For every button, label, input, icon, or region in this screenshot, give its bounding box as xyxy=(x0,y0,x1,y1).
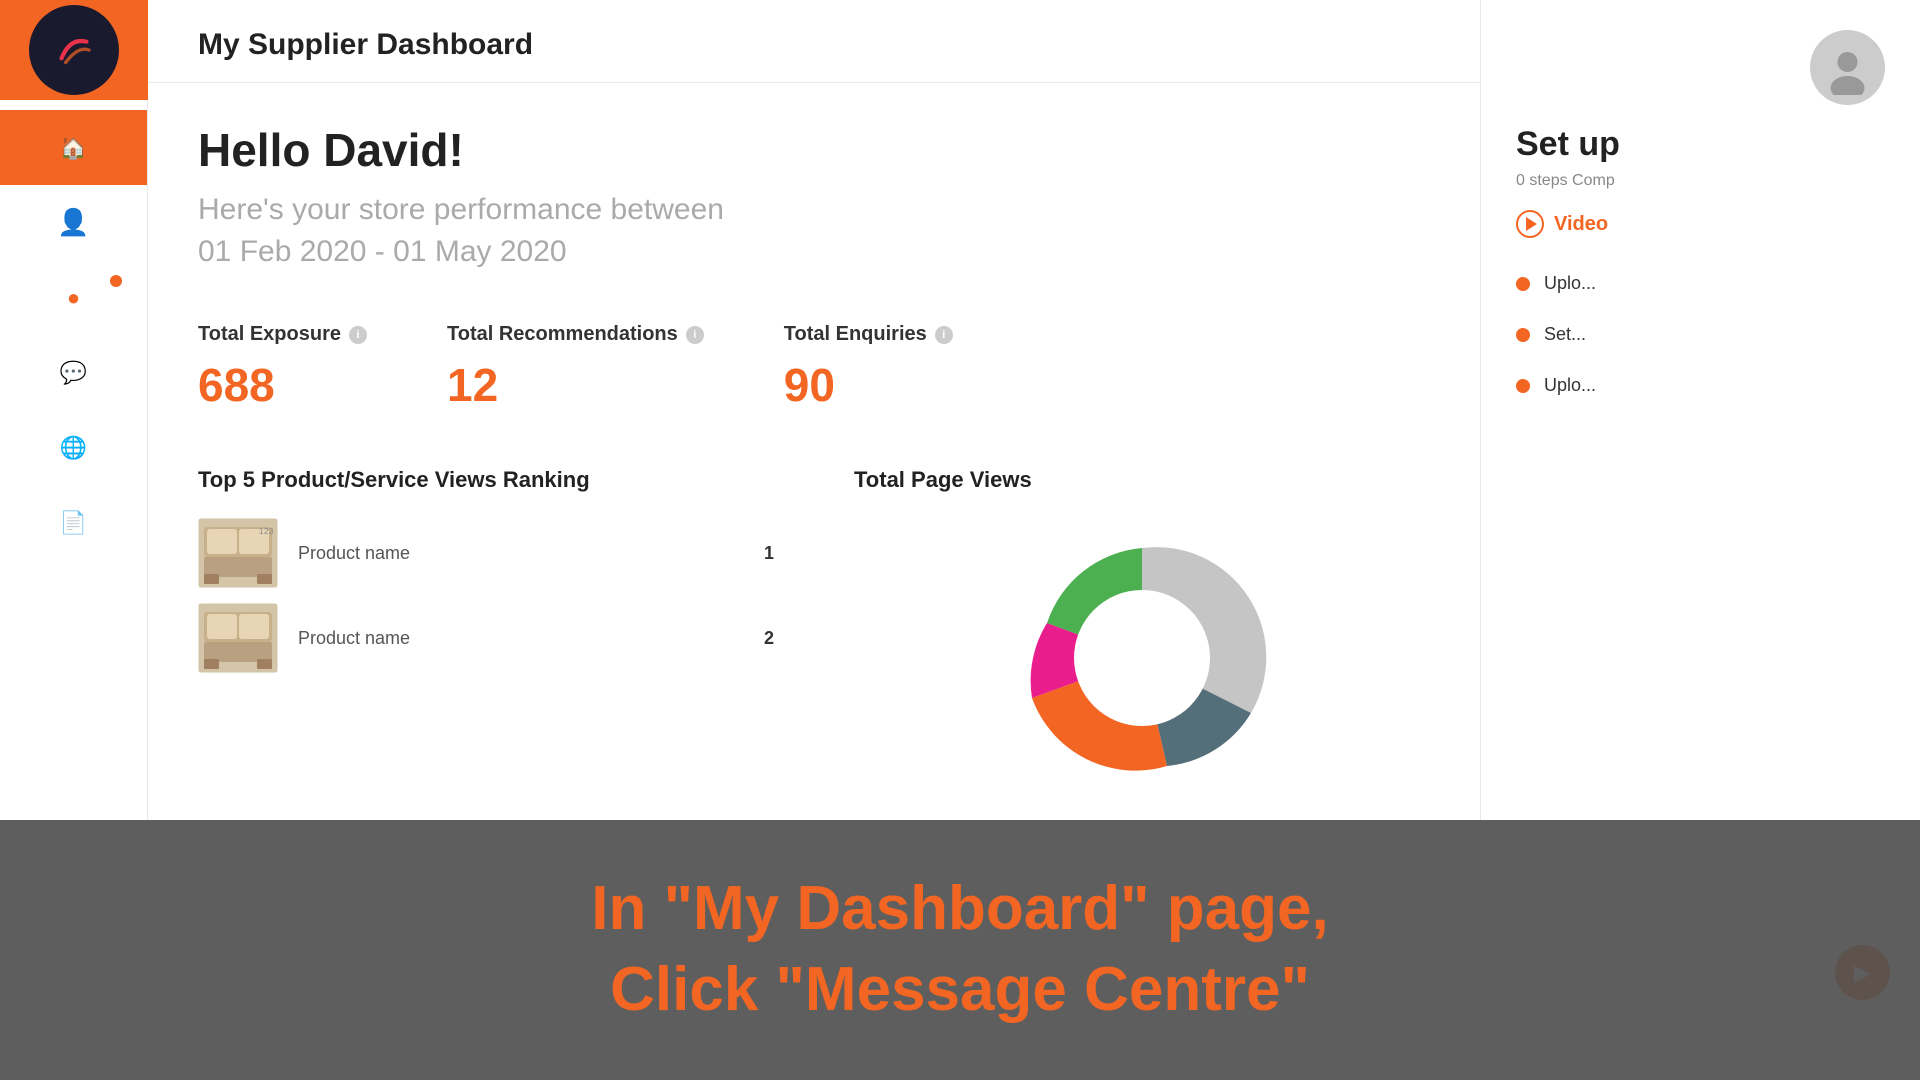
banner-line1: In "My Dashboard" page, xyxy=(591,869,1328,950)
stat-exposure-value: 688 xyxy=(198,358,367,412)
product-name-1: Product name xyxy=(298,543,744,564)
ranking-title: Top 5 Product/Service Views Ranking xyxy=(198,467,774,493)
performance-line2: 01 Feb 2020 - 01 May 2020 xyxy=(198,235,567,268)
page-header: My Supplier Dashboard xyxy=(148,0,1480,83)
exposure-info-icon[interactable]: i xyxy=(349,326,367,344)
sidebar-item-messages[interactable]: 💬 xyxy=(0,335,147,410)
bottom-section: Top 5 Product/Service Views Ranking xyxy=(198,467,1430,798)
table-row: Product name 2 xyxy=(198,603,774,673)
logo-icon xyxy=(49,25,99,75)
bottom-banner: In "My Dashboard" page, Click "Message C… xyxy=(0,820,1920,1080)
setup-title: Set up xyxy=(1516,125,1885,164)
stat-enquiries-label: Total Enquiries i xyxy=(784,323,953,346)
analytics-badge xyxy=(110,275,122,287)
stat-exposure: Total Exposure i 688 xyxy=(198,323,367,412)
video-label: Video xyxy=(1554,213,1608,236)
step-text-2: Set... xyxy=(1544,324,1586,345)
sidebar-nav: 🏠 👤 ● 💬 🌐 📄 xyxy=(0,100,147,560)
play-triangle xyxy=(1526,217,1537,231)
list-item: Uplo... xyxy=(1516,273,1885,294)
step-bullet-1 xyxy=(1516,277,1530,291)
sidebar-item-profile[interactable]: 👤 xyxy=(0,185,147,260)
donut-chart xyxy=(972,518,1312,798)
bed-image-1: 1 2 3 xyxy=(199,519,277,587)
sidebar-logo xyxy=(0,0,148,100)
stats-row: Total Exposure i 688 Total Recommendatio… xyxy=(198,323,1430,412)
step-text-1: Uplo... xyxy=(1544,273,1596,294)
sidebar-item-analytics[interactable]: ● xyxy=(0,260,147,335)
product-thumbnail-2 xyxy=(198,603,278,673)
step-text-3: Uplo... xyxy=(1544,375,1596,396)
messages-icon: 💬 xyxy=(58,357,90,389)
recommendations-info-icon[interactable]: i xyxy=(686,326,704,344)
enquiries-info-icon[interactable]: i xyxy=(935,326,953,344)
avatar-container xyxy=(1516,30,1885,105)
chart-title: Total Page Views xyxy=(854,467,1430,493)
document-icon: 📄 xyxy=(58,507,90,539)
stat-recommendations: Total Recommendations i 12 xyxy=(447,323,704,412)
stat-recommendations-value: 12 xyxy=(447,358,704,412)
product-thumb-inner-1: 1 2 3 xyxy=(198,518,278,588)
sidebar-item-settings[interactable]: 🌐 xyxy=(0,410,147,485)
step-bullet-3 xyxy=(1516,379,1530,393)
product-thumbnail-1: 1 2 3 xyxy=(198,518,278,588)
video-link[interactable]: Video xyxy=(1516,210,1885,238)
svg-text:3: 3 xyxy=(269,527,274,536)
product-rank-1: 1 xyxy=(764,543,774,564)
analytics-icon: ● xyxy=(58,282,90,314)
table-row: 1 2 3 Product name 1 xyxy=(198,518,774,588)
sidebar-item-home[interactable]: 🏠 xyxy=(0,110,147,185)
stat-enquiries-value: 90 xyxy=(784,358,953,412)
performance-line1: Here's your store performance between xyxy=(198,193,724,226)
setup-steps: Uplo... Set... Uplo... xyxy=(1516,273,1885,396)
profile-icon: 👤 xyxy=(58,207,90,239)
sidebar-item-documents[interactable]: 📄 xyxy=(0,485,147,560)
home-icon: 🏠 xyxy=(58,132,90,164)
setup-subtitle: 0 steps Comp xyxy=(1516,172,1885,190)
avatar xyxy=(1810,30,1885,105)
stat-recommendations-label: Total Recommendations i xyxy=(447,323,704,346)
greeting: Hello David! xyxy=(198,123,1430,177)
page-title: My Supplier Dashboard xyxy=(198,28,1430,62)
avatar-icon xyxy=(1820,40,1875,95)
chart-section: Total Page Views xyxy=(854,467,1430,798)
product-name-2: Product name xyxy=(298,628,744,649)
banner-text: In "My Dashboard" page, Click "Message C… xyxy=(591,869,1328,1030)
stat-enquiries: Total Enquiries i 90 xyxy=(784,323,953,412)
step-bullet-2 xyxy=(1516,328,1530,342)
list-item: Uplo... xyxy=(1516,375,1885,396)
globe-icon: 🌐 xyxy=(58,432,90,464)
banner-line2: Click "Message Centre" xyxy=(591,950,1328,1031)
ranking-section: Top 5 Product/Service Views Ranking xyxy=(198,467,774,798)
product-thumb-inner-2 xyxy=(198,603,278,673)
donut-chart-container xyxy=(854,518,1430,798)
performance-text: Here's your store performance between 01… xyxy=(198,189,1430,273)
bed-image-2 xyxy=(199,604,277,672)
stat-exposure-label: Total Exposure i xyxy=(198,323,367,346)
product-rank-2: 2 xyxy=(764,628,774,649)
logo-circle xyxy=(29,5,119,95)
play-icon xyxy=(1516,210,1544,238)
list-item: Set... xyxy=(1516,324,1885,345)
